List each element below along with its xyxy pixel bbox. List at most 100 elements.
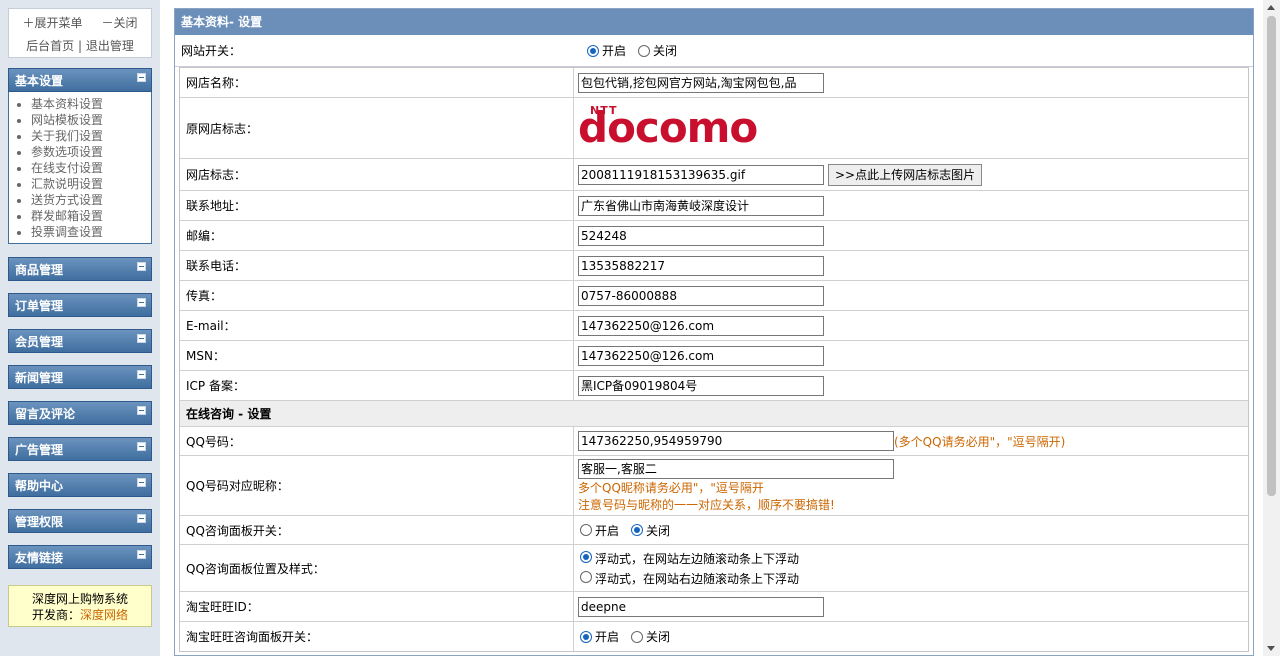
fax-input[interactable]: 0757-86000888 [578,285,824,306]
email-label: E-mail： [180,311,574,340]
qq-position-row: QQ咨询面板位置及样式： 浮动式，在网站左边随滚动条上下浮动 浮动式，在网站右边… [180,545,1248,592]
qq-position-label: QQ咨询面板位置及样式： [180,545,574,591]
qq-nick-row: QQ号码对应昵称： 客服一,客服二 多个QQ昵称请务必用"，"逗号隔开 注意号码… [180,456,1248,516]
site-switch-off-radio[interactable] [638,44,651,57]
expand-icon[interactable] [137,262,146,271]
logout-link[interactable]: 退出管理 [86,39,134,53]
shop-name-input[interactable]: 包包代销,挖包网官方网站,淘宝网包包,品 [578,72,824,93]
email-input[interactable]: 147362250@126.com [578,315,824,336]
wangwang-panel-on-radio[interactable] [580,630,592,643]
upload-logo-button[interactable]: >>点此上传网店标志图片 [828,163,983,186]
menu-title: 基本设置 [15,74,64,88]
menu-item-delivery[interactable]: 送货方式设置 [31,192,151,208]
shop-logo-image: NTT docomo [578,104,758,150]
site-switch-on-radio[interactable] [587,44,599,57]
menu-item-basic-info[interactable]: 基本资料设置 [31,96,151,112]
address-input[interactable]: 广东省佛山市南海黄岐深度设计 [578,195,824,216]
shop-name-label: 网店名称： [180,68,574,97]
menu-members: 会员管理 [8,329,152,353]
menu-ads: 广告管理 [8,437,152,461]
expand-icon[interactable] [137,370,146,379]
position-left-label: 浮动式，在网站左边随滚动条上下浮动 [595,551,800,566]
qq-label: QQ号码： [180,427,574,455]
position-right-radio[interactable] [580,570,592,583]
qq-nick-input[interactable]: 客服一,客服二 [578,458,894,479]
collapse-icon[interactable] [137,73,146,82]
menu-header-members[interactable]: 会员管理 [8,329,152,353]
menu-title: 会员管理 [15,335,64,349]
menu-basic-list: 基本资料设置 网站模板设置 关于我们设置 参数选项设置 在线支付设置 汇款说明设… [8,92,152,244]
menu-header-goods[interactable]: 商品管理 [8,257,152,281]
menu-item-remit[interactable]: 汇款说明设置 [31,176,151,192]
expand-icon[interactable] [137,406,146,415]
expand-icon[interactable] [137,298,146,307]
menu-title: 帮助中心 [15,479,64,493]
expand-icon[interactable] [137,478,146,487]
expand-menu-link[interactable]: ＋展开菜单 [22,16,82,30]
menu-header-basic[interactable]: 基本设置 [8,68,152,92]
menu-header-comments[interactable]: 留言及评论 [8,401,152,425]
sidebar-top-box: ＋展开菜单 －关闭 后台首页 | 退出管理 [8,8,152,58]
menu-links: 友情链接 [8,545,152,569]
shop-name-row: 网店名称： 包包代销,挖包网官方网站,淘宝网包包,品 [180,68,1248,98]
icp-input[interactable]: 黑ICP备09019804号 [578,375,824,396]
qq-nick-label: QQ号码对应昵称： [180,456,574,515]
scroll-thumb[interactable] [1267,16,1276,496]
expand-icon[interactable] [137,514,146,523]
old-logo-label: 原网店标志： [180,98,574,158]
menu-item-template[interactable]: 网站模板设置 [31,112,151,128]
menu-item-mail[interactable]: 群发邮箱设置 [31,208,151,224]
scroll-up-icon[interactable] [1267,5,1275,10]
separator: | [77,39,83,53]
msn-input[interactable]: 147362250@126.com [578,345,824,366]
position-left-radio[interactable] [580,550,592,563]
menu-header-orders[interactable]: 订单管理 [8,293,152,317]
developer-link[interactable]: 深度网络 [80,608,128,622]
sidebar: ＋展开菜单 －关闭 后台首页 | 退出管理 基本设置 基本资料设置 网站模板设置… [0,0,160,656]
menu-item-vote[interactable]: 投票调查设置 [31,224,151,240]
menu-title: 友情链接 [15,551,64,565]
old-logo-row: 原网店标志： NTT docomo [180,98,1248,159]
wangwang-panel-label: 淘宝旺旺咨询面板开关： [180,622,574,651]
zip-input[interactable]: 524248 [578,225,824,246]
menu-title: 商品管理 [15,263,64,277]
expand-icon[interactable] [137,442,146,451]
menu-header-news[interactable]: 新闻管理 [8,365,152,389]
expand-icon[interactable] [137,550,146,559]
fax-label: 传真： [180,281,574,310]
wangwang-id-input[interactable]: deepne [578,596,824,617]
icp-label: ICP 备案： [180,371,574,400]
qq-panel-off-radio[interactable] [631,524,644,536]
expand-icon[interactable] [137,334,146,343]
close-menu-link[interactable]: －关闭 [102,16,138,30]
qq-panel-on-label: 开启 [595,523,620,538]
menu-header-permissions[interactable]: 管理权限 [8,509,152,533]
phone-input[interactable]: 13535882217 [578,255,824,276]
scroll-down-icon[interactable] [1267,646,1275,651]
menu-header-links[interactable]: 友情链接 [8,545,152,569]
menu-permissions: 管理权限 [8,509,152,533]
menu-help: 帮助中心 [8,473,152,497]
qq-input[interactable]: 147362250,954959790 [578,431,894,451]
menu-item-about[interactable]: 关于我们设置 [31,128,151,144]
menu-header-help[interactable]: 帮助中心 [8,473,152,497]
msn-row: MSN： 147362250@126.com [180,341,1248,371]
menu-title: 留言及评论 [15,407,76,421]
menu-item-options[interactable]: 参数选项设置 [31,144,151,160]
zip-label: 邮编： [180,221,574,250]
site-switch-row: 网站开关： 开启 关闭 [175,35,1253,67]
phone-row: 联系电话： 13535882217 [180,251,1248,281]
wangwang-panel-row: 淘宝旺旺咨询面板开关： 开启 关闭 [180,622,1248,651]
logo-file-input[interactable]: 2008111918153139635.gif [578,164,824,185]
qq-panel-on-radio[interactable] [580,524,592,536]
menu-header-ads[interactable]: 广告管理 [8,437,152,461]
wangwang-panel-off-radio[interactable] [631,630,644,643]
logo-row: 网店标志： 2008111918153139635.gif >>点此上传网店标志… [180,159,1248,191]
page-scrollbar[interactable] [1263,0,1280,656]
menu-item-payment[interactable]: 在线支付设置 [31,160,151,176]
position-right-label: 浮动式，在网站右边随滚动条上下浮动 [595,571,800,586]
admin-home-link[interactable]: 后台首页 [26,39,74,53]
wangwang-panel-on-label: 开启 [595,630,620,644]
logo-ntt-text: NTT [590,104,618,117]
page-title: 基本资料- 设置 [175,9,1253,35]
